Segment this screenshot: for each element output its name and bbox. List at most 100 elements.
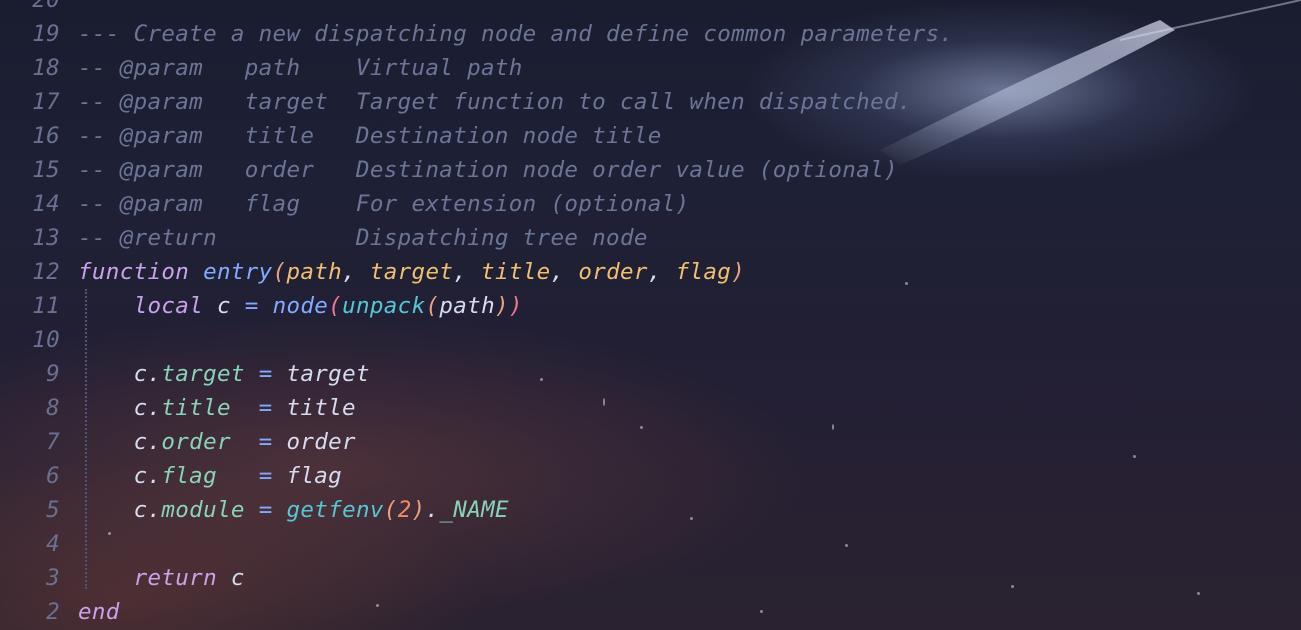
line-code: -- @param target Target function to call… (78, 85, 912, 119)
line-number: 3 (46, 565, 60, 591)
code-token: . (147, 429, 162, 455)
code-token: c (78, 395, 148, 421)
line-number: 10 (32, 327, 60, 353)
code-token: local (133, 293, 204, 319)
code-token: return (133, 565, 217, 591)
code-token: c (78, 429, 148, 455)
code-line[interactable]: 11 local c = node(unpack(path)) (0, 289, 1301, 323)
code-token: ( (328, 293, 343, 319)
code-token: . (147, 395, 162, 421)
code-line[interactable]: 10 (0, 323, 1301, 357)
code-line[interactable]: 4 (0, 527, 1301, 561)
code-token: target (161, 361, 245, 387)
code-token: flag (161, 463, 217, 489)
code-token: ) (508, 293, 523, 319)
code-token: , (342, 259, 370, 285)
code-token: -- @param title Destination node title (78, 123, 662, 149)
code-line[interactable]: 3 return c (0, 561, 1301, 595)
code-token: -- @param target Target function to call… (78, 89, 912, 115)
line-code: return c (78, 561, 245, 595)
code-token: = (258, 497, 273, 523)
line-code: --- Create a new dispatching node and de… (78, 17, 953, 51)
code-token: ) (731, 259, 746, 285)
line-code: local c = node(unpack(path)) (78, 289, 523, 323)
line-code: c.module = getfenv(2)._NAME (78, 493, 509, 527)
code-token: path (286, 259, 343, 285)
code-token: = (244, 293, 259, 319)
code-token: c (78, 463, 148, 489)
code-line[interactable]: 20 (0, 0, 1301, 17)
code-line[interactable]: 13 -- @return Dispatching tree node (0, 221, 1301, 255)
line-number: 18 (32, 55, 60, 81)
code-token: ) (494, 293, 509, 319)
code-token: . (147, 497, 162, 523)
line-code: function entry(path, target, title, orde… (78, 255, 745, 289)
code-line[interactable]: 18 -- @param path Virtual path (0, 51, 1301, 85)
code-token: order (161, 429, 231, 455)
line-code: -- @param path Virtual path (78, 51, 523, 85)
line-number: 16 (32, 123, 60, 149)
line-number: 4 (46, 531, 60, 557)
code-line[interactable]: 5 c.module = getfenv(2)._NAME (0, 493, 1301, 527)
line-number: 12 (32, 259, 60, 285)
code-token: order (272, 429, 356, 455)
code-line[interactable]: 8 c.title = title (0, 391, 1301, 425)
code-line[interactable]: 12 function entry(path, target, title, or… (0, 255, 1301, 289)
code-token: getfenv (286, 497, 384, 523)
code-token: . (425, 497, 440, 523)
code-token: title (272, 395, 356, 421)
code-line[interactable]: 6 c.flag = flag (0, 459, 1301, 493)
line-code: c.flag = flag (78, 459, 342, 493)
line-number: 14 (32, 191, 60, 217)
code-line[interactable]: 2 end (0, 595, 1301, 629)
code-token: ( (272, 259, 287, 285)
code-token: _NAME (439, 497, 509, 523)
line-code: c.order = order (78, 425, 356, 459)
code-line[interactable]: 15 -- @param order Destination node order… (0, 153, 1301, 187)
code-token: = (258, 395, 273, 421)
code-editor[interactable]: 20 19 --- Create a new dispatching node an… (0, 0, 1301, 630)
line-number: 19 (32, 21, 60, 47)
code-token: . (147, 463, 162, 489)
code-line[interactable]: 17 -- @param target Target function to ca… (0, 85, 1301, 119)
line-number: 11 (32, 293, 60, 319)
code-token: ) (411, 497, 426, 523)
line-code: c.title = title (78, 391, 356, 425)
code-token: target (369, 259, 454, 285)
code-token: 2 (397, 497, 412, 523)
line-number: 6 (46, 463, 60, 489)
code-token: flag (272, 463, 343, 489)
code-token: entry (203, 259, 273, 285)
code-token: = (258, 463, 273, 489)
code-line[interactable]: 14 -- @param flag For extension (optional… (0, 187, 1301, 221)
code-line[interactable]: 9 c.target = target (0, 357, 1301, 391)
code-token: , (647, 259, 676, 285)
code-token: target (272, 361, 370, 387)
code-token: -- @param flag For extension (optional) (78, 191, 690, 217)
code-line[interactable]: 19 --- Create a new dispatching node and … (0, 17, 1301, 51)
code-token: title (481, 259, 551, 285)
line-number: 9 (46, 361, 60, 387)
line-code: -- @param title Destination node title (78, 119, 662, 153)
code-line[interactable]: 7 c.order = order (0, 425, 1301, 459)
code-token: . (147, 361, 162, 387)
line-code: -- @return Dispatching tree node (78, 221, 648, 255)
code-token: -- @param path Virtual path (78, 55, 523, 81)
code-token: -- @param order Destination node order v… (78, 157, 898, 183)
code-token: , (550, 259, 579, 285)
code-token: ( (425, 293, 440, 319)
code-token: module (161, 497, 245, 523)
code-token: = (258, 361, 273, 387)
code-line[interactable]: 16 -- @param title Destination node title (0, 119, 1301, 153)
line-code: c.target = target (78, 357, 370, 391)
code-token: c (203, 293, 245, 319)
code-token: flag (675, 259, 732, 285)
